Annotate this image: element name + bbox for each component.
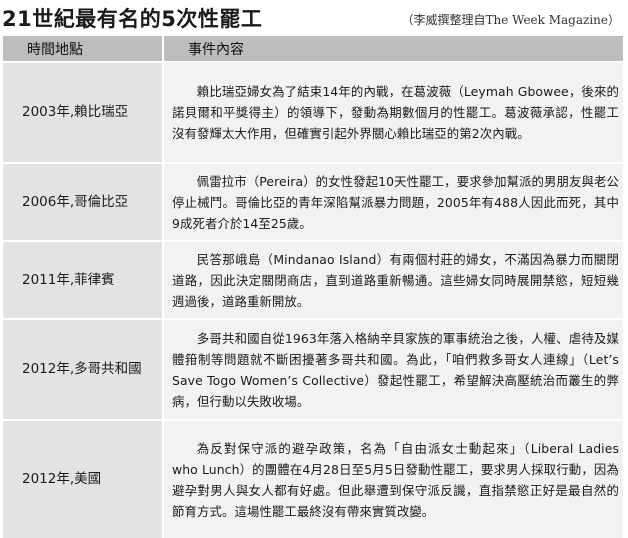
source-credit: （李威撰整理自The Week Magazine） (401, 13, 620, 27)
time-place-cell: 2003年,賴比瑞亞 (3, 61, 163, 163)
event-description-cell: 賴比瑞亞婦女為了結束14年的內戰，在葛波薇（Leymah Gbowee，後來的諾… (162, 61, 623, 163)
column-header-time-place: 時間地點 (3, 36, 163, 62)
event-description-cell: 佩雷拉市（Pereira）的女性發起10天性罷工，要求參加幫派的男朋友與老公停止… (162, 162, 623, 241)
table-row: 2011年,菲律賓 民答那峨島（Mindanao Island）有兩個村莊的婦女… (3, 240, 623, 319)
time-place-cell: 2011年,菲律賓 (3, 240, 163, 319)
table-row: 2006年,哥倫比亞 佩雷拉市（Pereira）的女性發起10天性罷工，要求參加… (3, 162, 623, 241)
event-description-cell: 為反對保守派的避孕政策，名為「自由派女士動起來」（Liberal Ladies … (162, 419, 623, 538)
table-row: 2012年,多哥共和國 多哥共和國自從1963年落入格納辛貝家族的軍事統治之後，… (3, 318, 623, 420)
time-place-cell: 2006年,哥倫比亞 (3, 162, 163, 241)
column-header-event: 事件內容 (162, 36, 623, 62)
event-description-cell: 民答那峨島（Mindanao Island）有兩個村莊的婦女，不滿因為暴力而關閉… (162, 240, 623, 319)
table-row: 2003年,賴比瑞亞 賴比瑞亞婦女為了結束14年的內戰，在葛波薇（Leymah … (3, 61, 623, 163)
event-description-cell: 多哥共和國自從1963年落入格納辛貝家族的軍事統治之後，人權、虐待及媒體箝制等問… (162, 318, 623, 420)
table-header-row: 時間地點 事件內容 (3, 36, 623, 62)
time-place-cell: 2012年,美國 (3, 419, 163, 538)
time-place-cell: 2012年,多哥共和國 (3, 318, 163, 420)
header: 21世紀最有名的5次性罷工 （李威撰整理自The Week Magazine） (0, 0, 628, 34)
table-row: 2012年,美國 為反對保守派的避孕政策，名為「自由派女士動起來」（Libera… (3, 419, 623, 538)
strike-events-table: 時間地點 事件內容 2003年,賴比瑞亞 賴比瑞亞婦女為了結束14年的內戰，在葛… (3, 36, 623, 538)
page-title: 21世紀最有名的5次性罷工 (2, 7, 263, 31)
